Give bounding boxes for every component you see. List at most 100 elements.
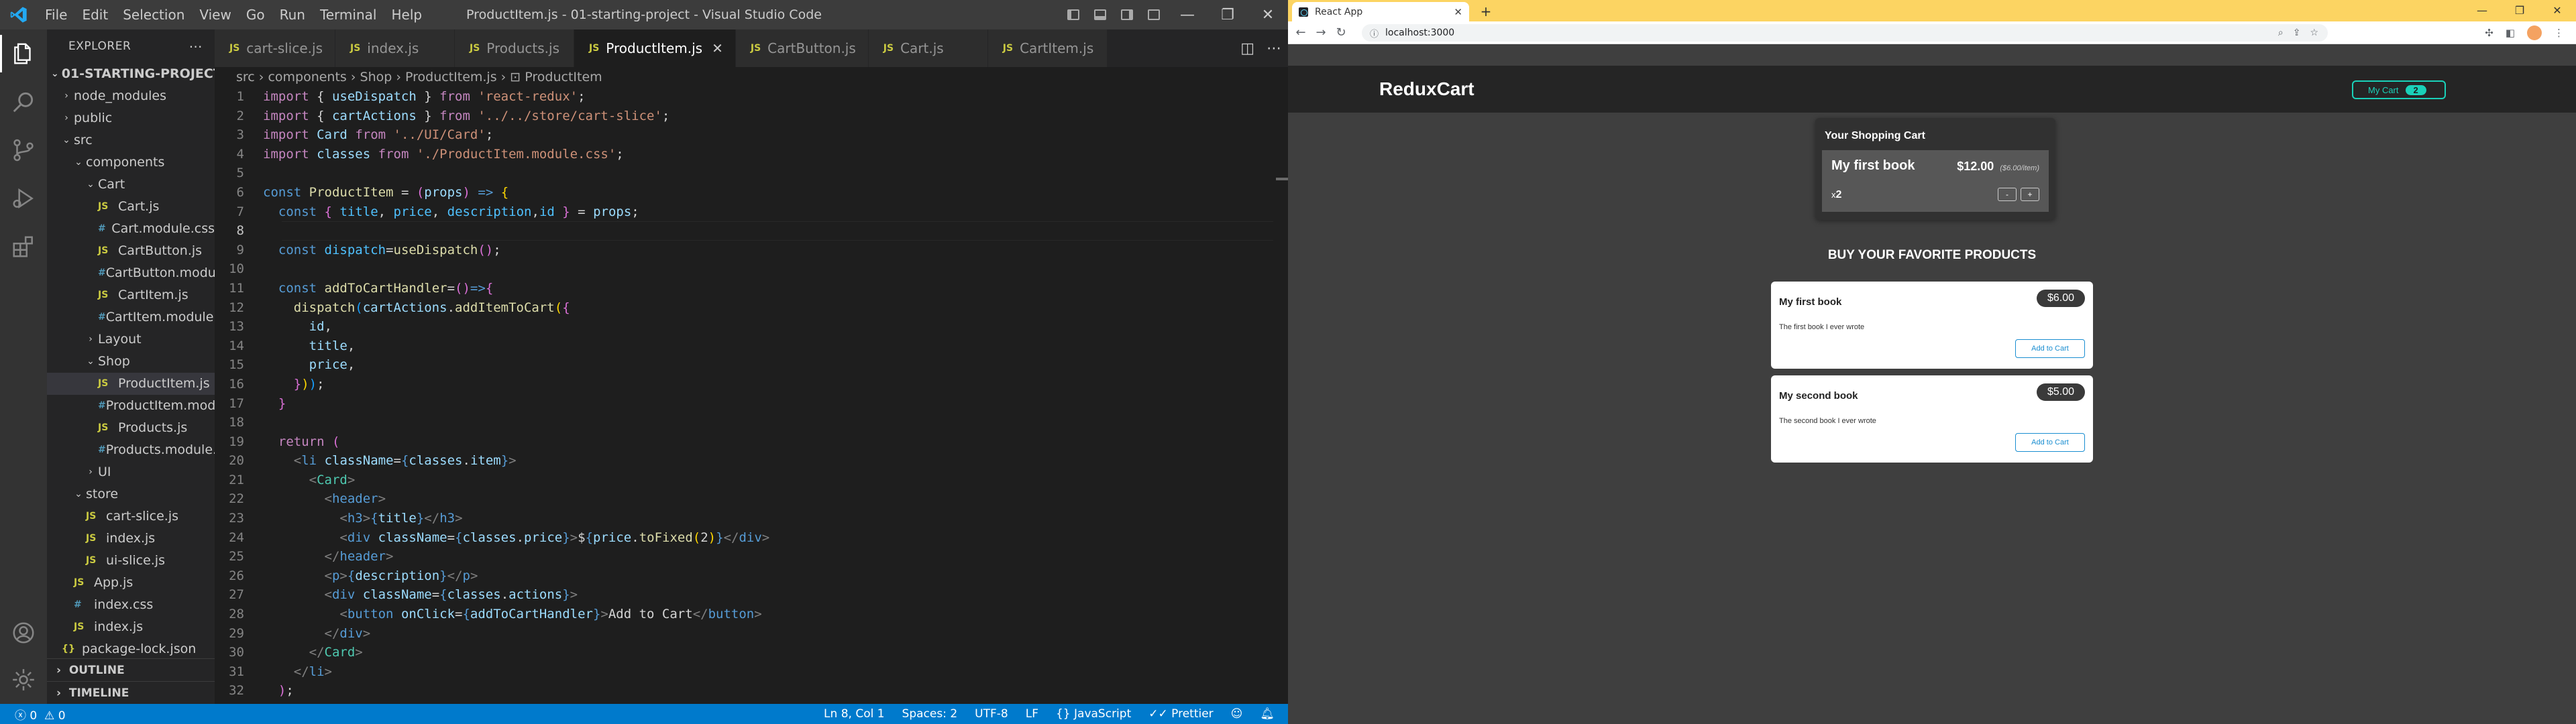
folder-item[interactable]: ⌄ store bbox=[47, 483, 215, 505]
problems-indicator[interactable]: ⓧ 0 ⚠ 0 bbox=[15, 706, 66, 723]
menu-item-help[interactable]: Help bbox=[384, 0, 429, 29]
editor-tab[interactable]: JS ProductItem.js ✕ bbox=[574, 29, 736, 67]
breadcrumb-item[interactable]: ProductItem.js bbox=[405, 70, 497, 84]
file-item[interactable]: JS index.js bbox=[47, 528, 215, 550]
file-item[interactable]: JS Cart.js bbox=[47, 196, 215, 218]
forward-arrow-icon[interactable]: → bbox=[1311, 25, 1331, 40]
feedback-icon[interactable]: ☺ bbox=[1231, 707, 1243, 721]
maximize-button[interactable]: ❐ bbox=[1208, 0, 1248, 29]
file-item[interactable]: #ProductItem.mod... bbox=[47, 395, 215, 417]
new-tab-button[interactable]: + bbox=[1477, 3, 1495, 20]
prettier-status[interactable]: ✓✓ Prettier bbox=[1148, 707, 1213, 721]
toggle-primary-sidebar-icon[interactable] bbox=[1060, 0, 1087, 29]
file-item[interactable]: JS CartButton.js bbox=[47, 240, 215, 262]
menu-item-terminal[interactable]: Terminal bbox=[313, 0, 384, 29]
file-item[interactable]: # Products.module... bbox=[47, 439, 215, 461]
folder-item[interactable]: ⌄ components bbox=[47, 152, 215, 174]
editor-tab[interactable]: JS index.js bbox=[335, 29, 455, 67]
extensions-icon[interactable] bbox=[0, 223, 47, 271]
project-root-folder[interactable]: ⌄ 01-STARTING-PROJECT bbox=[47, 63, 215, 85]
indentation[interactable]: Spaces: 2 bbox=[902, 707, 958, 721]
file-item[interactable]: JS Products.js bbox=[47, 417, 215, 439]
accounts-icon[interactable] bbox=[0, 609, 47, 657]
menu-item-go[interactable]: Go bbox=[239, 0, 272, 29]
file-item[interactable]: # CartItem.module... bbox=[47, 306, 215, 328]
code-editor[interactable]: 1 import { useDispatch } from 'react-redu… bbox=[215, 87, 1288, 704]
folder-item[interactable]: › public bbox=[47, 107, 215, 129]
add-to-cart-button[interactable]: Add to Cart bbox=[2015, 339, 2085, 358]
folder-item[interactable]: ⌄ Shop bbox=[47, 351, 215, 373]
folder-item[interactable]: › node_modules bbox=[47, 85, 215, 107]
file-item[interactable]: JS CartItem.js bbox=[47, 284, 215, 306]
editor-tab[interactable]: JS cart-slice.js bbox=[215, 29, 335, 67]
file-item[interactable]: JS index.js bbox=[47, 616, 215, 638]
menu-item-file[interactable]: File bbox=[38, 0, 74, 29]
site-info-icon[interactable]: ⓘ bbox=[1370, 27, 1379, 40]
bookmark-star-icon[interactable]: ☆ bbox=[2310, 27, 2318, 38]
file-item[interactable]: {} package-lock.json bbox=[47, 638, 215, 660]
close-tab-icon[interactable]: ✕ bbox=[712, 40, 723, 56]
reload-icon[interactable]: ↻ bbox=[1331, 25, 1351, 40]
zoom-icon[interactable]: ⌕ bbox=[2278, 27, 2284, 38]
address-bar[interactable]: ⓘ localhost:3000 ⌕ ⇪ ☆ bbox=[1362, 24, 2328, 42]
toggle-secondary-sidebar-icon[interactable] bbox=[1114, 0, 1140, 29]
timeline-section[interactable]: › TIMELINE bbox=[47, 681, 215, 704]
editor-tab[interactable]: JS Products.js bbox=[455, 29, 574, 67]
customize-layout-icon[interactable] bbox=[1140, 0, 1167, 29]
encoding[interactable]: UTF-8 bbox=[975, 707, 1008, 721]
folder-item[interactable]: › Layout bbox=[47, 328, 215, 351]
run-debug-icon[interactable] bbox=[0, 174, 47, 223]
toggle-panel-icon[interactable] bbox=[1087, 0, 1114, 29]
back-arrow-icon[interactable]: ← bbox=[1291, 25, 1311, 40]
folder-item[interactable]: ⌄ Cart bbox=[47, 174, 215, 196]
editor-tab[interactable]: JS Cart.js bbox=[868, 29, 988, 67]
source-control-icon[interactable] bbox=[0, 126, 47, 174]
outline-section[interactable]: › OUTLINE bbox=[47, 658, 215, 681]
file-item[interactable]: JS ProductItem.js bbox=[47, 373, 215, 395]
close-window-button[interactable]: ✕ bbox=[1248, 0, 1288, 29]
breadcrumb-item[interactable]: Shop bbox=[360, 70, 392, 84]
browser-tab[interactable]: React App ✕ bbox=[1292, 2, 1469, 21]
file-item[interactable]: # index.css bbox=[47, 594, 215, 616]
explorer-icon[interactable] bbox=[0, 29, 47, 78]
notifications-bell-icon[interactable]: 🔔︎ bbox=[1260, 707, 1275, 721]
minimize-button[interactable]: — bbox=[1167, 0, 1208, 29]
language-mode[interactable]: {} JavaScript bbox=[1056, 707, 1131, 721]
file-item[interactable]: JS App.js bbox=[47, 572, 215, 594]
browser-close-button[interactable]: ✕ bbox=[2538, 0, 2576, 21]
folder-item[interactable]: ⌄ src bbox=[47, 129, 215, 152]
cursor-position[interactable]: Ln 8, Col 1 bbox=[824, 707, 885, 721]
breadcrumb-item[interactable]: src bbox=[236, 70, 255, 84]
file-item[interactable]: #CartButton.modu... bbox=[47, 262, 215, 284]
end-of-line[interactable]: LF bbox=[1026, 707, 1038, 721]
menu-item-selection[interactable]: Selection bbox=[115, 0, 192, 29]
editor-tab[interactable]: JS CartItem.js bbox=[987, 29, 1108, 67]
browser-menu-icon[interactable]: ⋮ bbox=[2554, 27, 2564, 39]
manage-gear-icon[interactable] bbox=[0, 656, 47, 704]
menu-item-edit[interactable]: Edit bbox=[74, 0, 115, 29]
share-icon[interactable]: ⇪ bbox=[2293, 27, 2301, 38]
breadcrumb-item[interactable]: components bbox=[268, 70, 346, 84]
file-item[interactable]: JS cart-slice.js bbox=[47, 505, 215, 528]
increase-qty-button[interactable]: + bbox=[2021, 188, 2039, 201]
folder-item[interactable]: › UI bbox=[47, 461, 215, 483]
extensions-puzzle-icon[interactable]: ✣ bbox=[2485, 27, 2493, 39]
editor-tab[interactable]: JS CartButton.js bbox=[735, 29, 869, 67]
close-tab-icon[interactable]: ✕ bbox=[1454, 6, 1462, 18]
minimap[interactable] bbox=[1273, 87, 1288, 704]
decrease-qty-button[interactable]: - bbox=[1998, 188, 2017, 201]
side-panel-icon[interactable]: ◧ bbox=[2506, 27, 2515, 39]
editor-more-actions-icon[interactable]: ⋯ bbox=[1267, 40, 1281, 57]
add-to-cart-button[interactable]: Add to Cart bbox=[2015, 433, 2085, 452]
split-editor-icon[interactable]: ◫ bbox=[1240, 40, 1254, 57]
breadcrumb-item[interactable]: ProductItem bbox=[525, 70, 602, 84]
browser-maximize-button[interactable]: ❐ bbox=[2501, 0, 2538, 21]
menu-item-view[interactable]: View bbox=[192, 0, 238, 29]
file-item[interactable]: # Cart.module.css bbox=[47, 218, 215, 240]
more-actions-icon[interactable]: ⋯ bbox=[189, 38, 203, 54]
search-icon[interactable] bbox=[0, 78, 47, 126]
browser-minimize-button[interactable]: — bbox=[2463, 0, 2501, 21]
file-item[interactable]: JS ui-slice.js bbox=[47, 550, 215, 572]
menu-item-run[interactable]: Run bbox=[272, 0, 313, 29]
profile-avatar[interactable] bbox=[2527, 25, 2542, 40]
